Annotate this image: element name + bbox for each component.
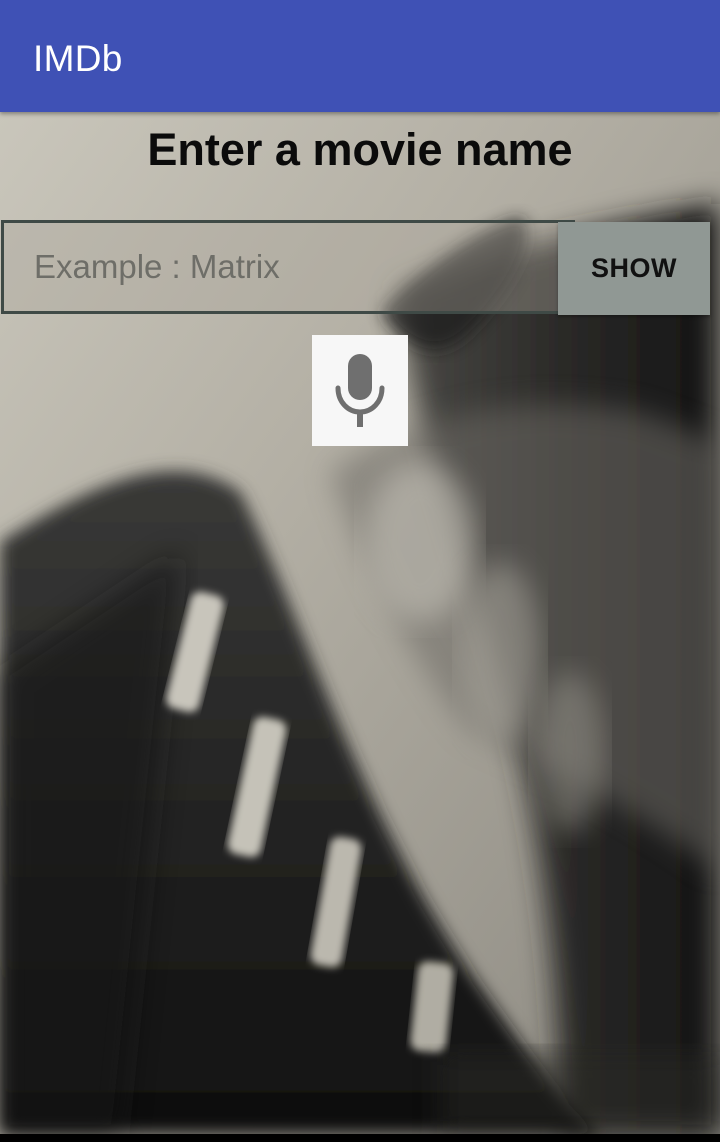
app-title: IMDb xyxy=(33,38,123,79)
bottom-edge xyxy=(0,1134,720,1142)
microphone-icon xyxy=(335,353,385,427)
show-button[interactable]: SHOW xyxy=(558,222,710,315)
movie-search-input[interactable] xyxy=(1,220,575,314)
app-bar: IMDb xyxy=(0,0,720,112)
screen: IMDb Enter a movie name Example: Matrix… xyxy=(0,0,720,1142)
page-heading: Enter a movie name xyxy=(147,124,573,175)
main-content: Enter a movie name SHOW xyxy=(0,112,720,1134)
voice-search-button[interactable] xyxy=(312,335,408,446)
